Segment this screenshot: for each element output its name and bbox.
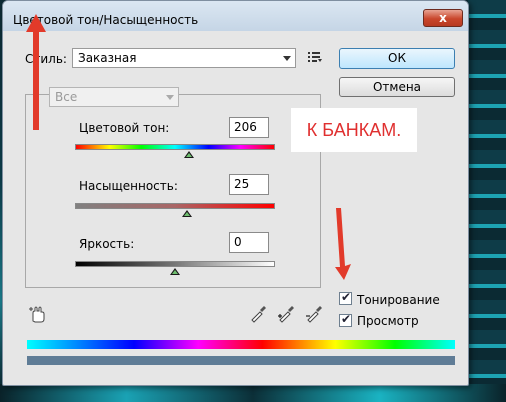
style-select[interactable]: Заказная <box>72 48 296 68</box>
saturation-slider-track[interactable] <box>75 203 275 209</box>
background-decor-right <box>468 0 506 402</box>
checkmark-icon: ✔ <box>341 290 352 304</box>
menu-list-icon[interactable] <box>307 50 323 64</box>
background-decor-bottom <box>0 384 506 402</box>
colorize-label: Тонирование <box>357 293 440 307</box>
checkmark-icon: ✔ <box>341 312 352 326</box>
lightness-slider-track[interactable] <box>75 261 275 267</box>
chevron-down-icon <box>283 56 291 61</box>
ok-button[interactable]: ОК <box>339 48 455 69</box>
lightness-label: Яркость: <box>79 237 135 251</box>
cancel-button[interactable]: Отмена <box>339 77 455 97</box>
saturation-slider-thumb[interactable] <box>182 210 192 217</box>
arrow-down-annotation <box>335 208 351 280</box>
channel-select[interactable]: Все <box>49 87 179 107</box>
output-color-bar <box>27 356 455 365</box>
eyedropper-minus-icon[interactable] <box>305 305 323 323</box>
hue-saturation-dialog: Цветовой тон/Насыщенность x Стиль: Заказ… <box>2 0 469 386</box>
saturation-label: Насыщенность: <box>79 179 178 193</box>
arrow-up-annotation <box>26 14 46 130</box>
hue-slider-thumb[interactable] <box>184 151 194 158</box>
eyedropper-icon[interactable] <box>249 305 267 323</box>
preview-checkbox[interactable]: ✔ <box>339 312 352 327</box>
hue-slider-track[interactable] <box>75 144 275 150</box>
saturation-input[interactable]: 25 <box>229 174 269 195</box>
title-bar[interactable]: Цветовой тон/Насыщенность x <box>3 1 468 31</box>
input-color-bar <box>27 340 455 349</box>
channel-select-value: Все <box>55 90 78 104</box>
hue-input[interactable]: 206 <box>229 117 269 138</box>
eyedropper-plus-icon[interactable] <box>277 305 295 323</box>
preview-label: Просмотр <box>357 314 419 328</box>
style-select-value: Заказная <box>78 51 137 65</box>
colorize-checkbox[interactable]: ✔ <box>339 290 352 305</box>
lightness-input[interactable]: 0 <box>229 232 269 253</box>
hue-label: Цветовой тон: <box>79 121 170 135</box>
lightness-slider-thumb[interactable] <box>170 268 180 275</box>
annotation-label: К БАНКАМ. <box>291 108 417 152</box>
chevron-down-icon <box>166 95 174 100</box>
hand-target-icon[interactable] <box>29 305 47 323</box>
close-button[interactable]: x <box>423 9 463 27</box>
